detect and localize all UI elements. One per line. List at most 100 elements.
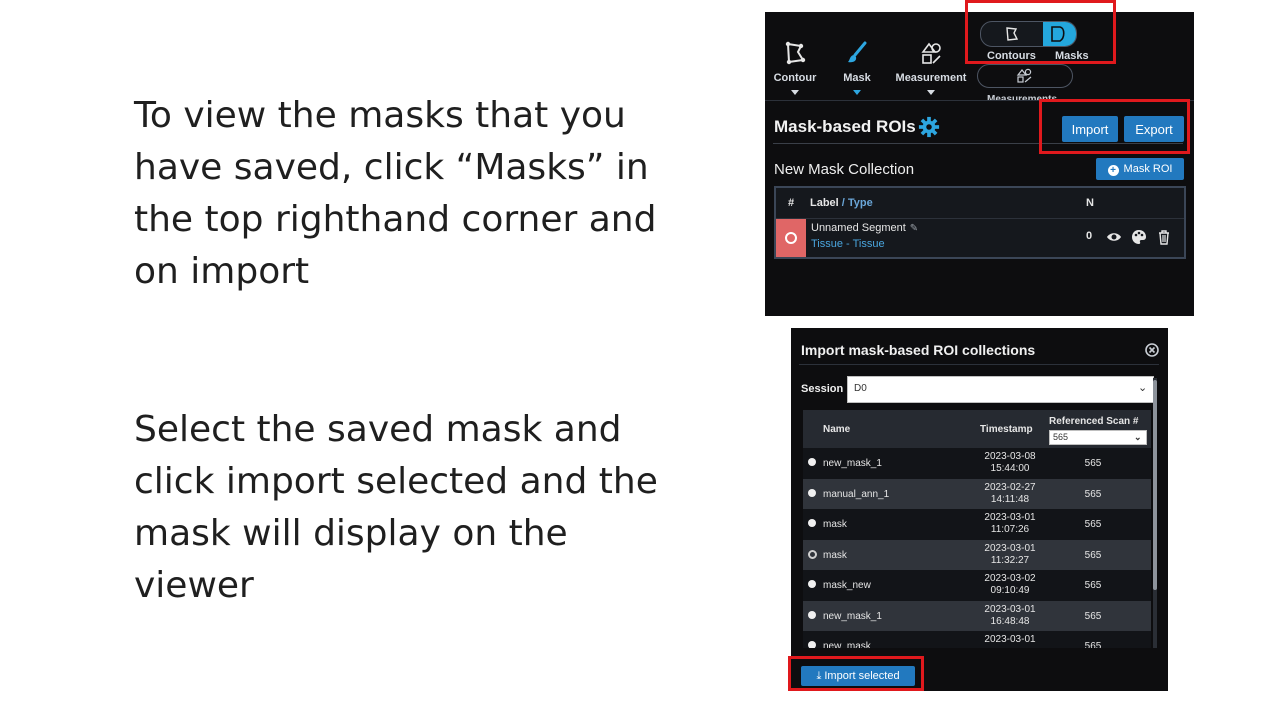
table-row[interactable]: mask 2023-03-01 11:07:26 565 [803, 509, 1151, 540]
col-name: Name [823, 424, 851, 435]
collection-name-cell: new_mask_1 [823, 458, 882, 469]
segment-color-swatch[interactable] [776, 219, 806, 257]
instruction-text-masks: To view the masks that you have saved, c… [134, 95, 657, 292]
scrollbar-thumb[interactable] [1153, 380, 1157, 590]
table-row[interactable]: new_mask_1 2023-03-08 15:44:00 565 [803, 448, 1151, 479]
brush-icon [848, 41, 867, 63]
referenced-scan-cell: 565 [1084, 488, 1102, 500]
add-mask-roi-button[interactable]: + Mask ROI [1096, 158, 1184, 180]
session-select[interactable]: D0 ⌄ [847, 376, 1154, 403]
divider [799, 364, 1159, 365]
highlight-box-toggle [965, 0, 1116, 64]
chevron-down-icon [927, 90, 935, 95]
referenced-scan-value: 565 [1053, 432, 1069, 442]
timestamp-cell: 2023-03-01 16:48:48 [975, 604, 1045, 628]
tool-mask[interactable]: Mask [835, 40, 879, 95]
section-title: Mask-based ROIs [774, 117, 916, 136]
instruction-text-import-selected: Select the saved mask and click import s… [134, 409, 658, 606]
timestamp-time: 15:44:00 [990, 463, 1030, 474]
session-label: Session [801, 383, 844, 395]
radio-icon [785, 232, 797, 244]
collection-name-cell: new_mask_1 [823, 610, 882, 622]
table-row[interactable]: new_mask 2023-03-01 565 [803, 631, 1151, 648]
referenced-scan-cell: 565 [1084, 549, 1102, 561]
tool-mask-label: Mask [843, 72, 871, 84]
radio-button[interactable] [808, 519, 816, 527]
timestamp-cell: 2023-03-02 09:10:49 [975, 573, 1045, 597]
timestamp-date: 2023-03-01 [984, 603, 1036, 615]
segment-count: 0 [1086, 230, 1093, 242]
tool-contour[interactable]: Contour [773, 40, 817, 95]
collections-table-header: Name Timestamp Referenced Scan # 565 ⌄ [803, 410, 1151, 448]
timestamp-cell: 2023-03-01 11:32:27 [975, 543, 1045, 567]
radio-button[interactable] [808, 610, 816, 619]
chevron-down-icon: ⌄ [1138, 382, 1148, 394]
referenced-scan-cell: 565 [1084, 458, 1102, 469]
timestamp-cell: 2023-03-01 [975, 634, 1045, 646]
collection-name-cell: new_mask [823, 641, 871, 648]
trash-icon[interactable] [1156, 229, 1172, 245]
table-row[interactable]: new_mask_1 2023-03-01 16:48:48 565 [803, 600, 1151, 631]
collection-name-cell: manual_ann_1 [823, 488, 890, 500]
segment-name: Unnamed Segment ✎ [811, 222, 919, 234]
add-mask-roi-label: Mask ROI [1123, 162, 1173, 175]
collection-name-cell: mask_new [823, 580, 871, 591]
collection-name-cell: mask [823, 549, 847, 561]
timestamp-date: 2023-03-08 [984, 451, 1036, 462]
chevron-down-icon [791, 90, 799, 95]
tool-measurement[interactable]: Measurement [893, 40, 969, 95]
table-row[interactable]: mask 2023-03-01 11:32:27 565 [803, 539, 1151, 570]
radio-button[interactable] [808, 580, 816, 588]
collection-name: New Mask Collection [774, 161, 915, 178]
col-referenced-scan: Referenced Scan # [1049, 416, 1139, 427]
radio-button[interactable] [808, 641, 816, 648]
dialog-title: Import mask-based ROI collections [801, 342, 1036, 358]
tool-contour-label: Contour [773, 72, 817, 84]
collections-table-body: new_mask_1 2023-03-08 15:44:00 565 manual_an… [803, 448, 1151, 648]
pencil-icon[interactable]: ✎ [910, 223, 918, 234]
tool-measurement-label: Measurement [895, 72, 967, 84]
timestamp-date: 2023-03-01 [984, 634, 1036, 645]
measurements-toggle[interactable] [977, 64, 1073, 88]
radio-button[interactable] [808, 549, 817, 559]
import-dialog-screenshot: Import mask-based ROI collections Sessio… [791, 328, 1168, 691]
referenced-scan-cell: 565 [1084, 610, 1102, 622]
referenced-scan-cell: 565 [1084, 519, 1102, 530]
highlight-box-import-selected [788, 656, 924, 691]
close-icon[interactable] [1144, 342, 1160, 358]
timestamp-date: 2023-03-02 [984, 573, 1036, 584]
segment-type: Tissue - Tissue [811, 238, 885, 250]
measurement-icon [1016, 68, 1032, 83]
table-row[interactable]: manual_ann_1 2023-02-27 14:11:48 565 [803, 478, 1151, 509]
col-n: N [1086, 197, 1094, 209]
eye-icon[interactable] [1106, 229, 1122, 245]
table-row[interactable]: Unnamed Segment ✎ Tissue - Tissue 0 [776, 219, 1184, 257]
plus-icon: + [1107, 164, 1119, 176]
radio-button[interactable] [808, 488, 816, 497]
session-value: D0 [854, 383, 867, 394]
timestamp-time: 14:11:48 [990, 493, 1030, 505]
segment-table-header: # Label / Type N [776, 188, 1184, 219]
measurement-icon [921, 42, 941, 64]
col-label: Label / Type [810, 197, 873, 209]
radio-button[interactable] [808, 458, 816, 466]
timestamp-time: 09:10:49 [990, 585, 1030, 596]
collection-name-cell: mask [823, 519, 847, 530]
timestamp-cell: 2023-03-08 15:44:00 [975, 451, 1045, 475]
col-hash: # [788, 197, 795, 209]
palette-icon[interactable] [1131, 229, 1147, 245]
col-timestamp: Timestamp [980, 424, 1033, 435]
timestamp-date: 2023-03-01 [984, 512, 1036, 523]
chevron-down-icon: ⌄ [1134, 432, 1142, 442]
referenced-scan-filter[interactable]: 565 ⌄ [1049, 430, 1147, 445]
timestamp-time: 11:07:26 [990, 524, 1030, 535]
timestamp-date: 2023-03-01 [984, 542, 1036, 554]
timestamp-time: 16:48:48 [990, 615, 1030, 627]
table-row[interactable]: mask_new 2023-03-02 09:10:49 565 [803, 570, 1151, 601]
segment-table: # Label / Type N Unnamed Segment ✎ Tissue… [774, 186, 1186, 259]
referenced-scan-cell: 565 [1084, 580, 1102, 591]
gear-icon[interactable] [918, 116, 940, 138]
timestamp-date: 2023-02-27 [984, 481, 1036, 493]
referenced-scan-cell: 565 [1084, 641, 1102, 648]
highlight-box-import-export [1039, 99, 1190, 154]
